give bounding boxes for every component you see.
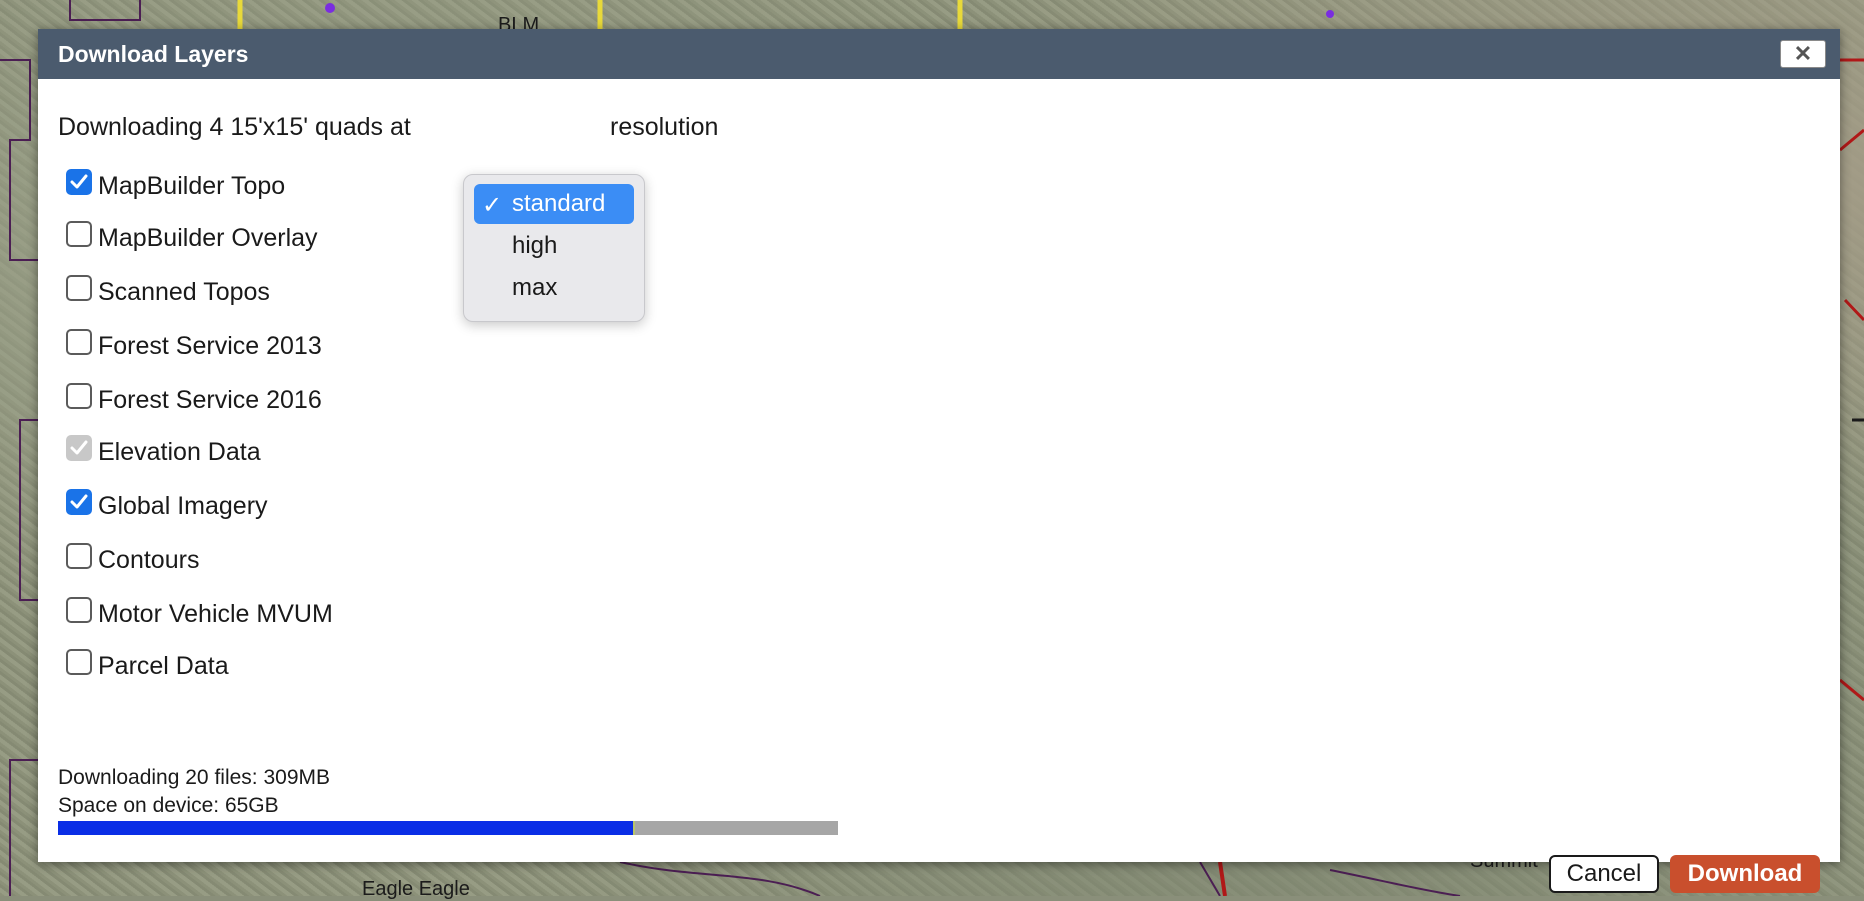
layer-label[interactable]: Parcel Data — [98, 652, 229, 681]
intro-suffix: resolution — [610, 113, 719, 141]
checkmark-icon — [70, 494, 88, 509]
layer-checkbox[interactable] — [66, 329, 92, 355]
dialog-title: Download Layers — [58, 41, 249, 67]
layer-label[interactable]: MapBuilder Topo — [98, 172, 285, 201]
checkmark-icon — [70, 440, 88, 455]
option-label: max — [512, 274, 558, 301]
layer-row: Global Imagery — [66, 489, 268, 521]
close-button[interactable]: ✕ — [1780, 40, 1826, 68]
downloading-files-text: Downloading 20 files: 309MB — [58, 766, 330, 789]
layer-row: Parcel Data — [66, 649, 229, 681]
layer-label[interactable]: Scanned Topos — [98, 278, 270, 307]
layer-label[interactable]: MapBuilder Overlay — [98, 224, 318, 253]
download-summary-line: Downloading 4 15'x15' quads at resolutio… — [58, 113, 718, 142]
layer-row: Forest Service 2016 — [66, 383, 322, 415]
cancel-button[interactable]: Cancel — [1549, 855, 1659, 893]
storage-usage-bar — [58, 821, 838, 835]
checkmark-icon — [70, 174, 88, 189]
checkmark-icon: ✓ — [482, 192, 503, 219]
layer-checkbox[interactable] — [66, 489, 92, 515]
layer-label[interactable]: Forest Service 2013 — [98, 332, 322, 361]
layer-row: Contours — [66, 543, 199, 575]
layer-checkbox[interactable] — [66, 169, 92, 195]
layer-row: Elevation Data — [66, 435, 261, 467]
layer-checkbox[interactable] — [66, 649, 92, 675]
storage-usage-fill — [58, 821, 636, 835]
intro-prefix: Downloading 4 15'x15' quads at — [58, 113, 411, 141]
space-on-device-text: Space on device: 65GB — [58, 794, 279, 817]
option-label: high — [512, 232, 558, 259]
layer-label[interactable]: Elevation Data — [98, 438, 261, 467]
layer-checkbox[interactable] — [66, 597, 92, 623]
download-layers-dialog: Download Layers ✕ Downloading 4 15'x15' … — [38, 29, 1840, 893]
resolution-option-standard[interactable]: ✓ standard — [474, 184, 634, 224]
layer-label[interactable]: Global Imagery — [98, 492, 268, 521]
layer-checkbox — [66, 435, 92, 461]
layer-checkbox[interactable] — [66, 275, 92, 301]
layer-label[interactable]: Contours — [98, 546, 199, 575]
layer-label[interactable]: Motor Vehicle MVUM — [98, 600, 333, 629]
layer-checkbox[interactable] — [66, 543, 92, 569]
layer-label[interactable]: Forest Service 2016 — [98, 386, 322, 415]
layer-row: MapBuilder Overlay — [66, 221, 318, 253]
layer-row: MapBuilder Topo — [66, 169, 285, 201]
resolution-dropdown-menu[interactable]: ✓ standard high max — [463, 174, 645, 322]
map-label-eagle: Eagle Eagle — [362, 878, 470, 900]
download-stats: Downloading 20 files: 309MB Space on dev… — [58, 764, 330, 820]
layer-checkbox[interactable] — [66, 383, 92, 409]
layer-row: Motor Vehicle MVUM — [66, 597, 333, 629]
resolution-option-high[interactable]: high — [474, 226, 634, 266]
download-button[interactable]: Download — [1670, 855, 1820, 893]
close-icon: ✕ — [1793, 41, 1813, 66]
layer-row: Forest Service 2013 — [66, 329, 322, 361]
dialog-titlebar: Download Layers ✕ — [38, 29, 1840, 79]
resolution-option-max[interactable]: max — [474, 268, 634, 308]
option-label: standard — [512, 190, 606, 217]
layer-row: Scanned Topos — [66, 275, 270, 307]
layer-checkbox[interactable] — [66, 221, 92, 247]
